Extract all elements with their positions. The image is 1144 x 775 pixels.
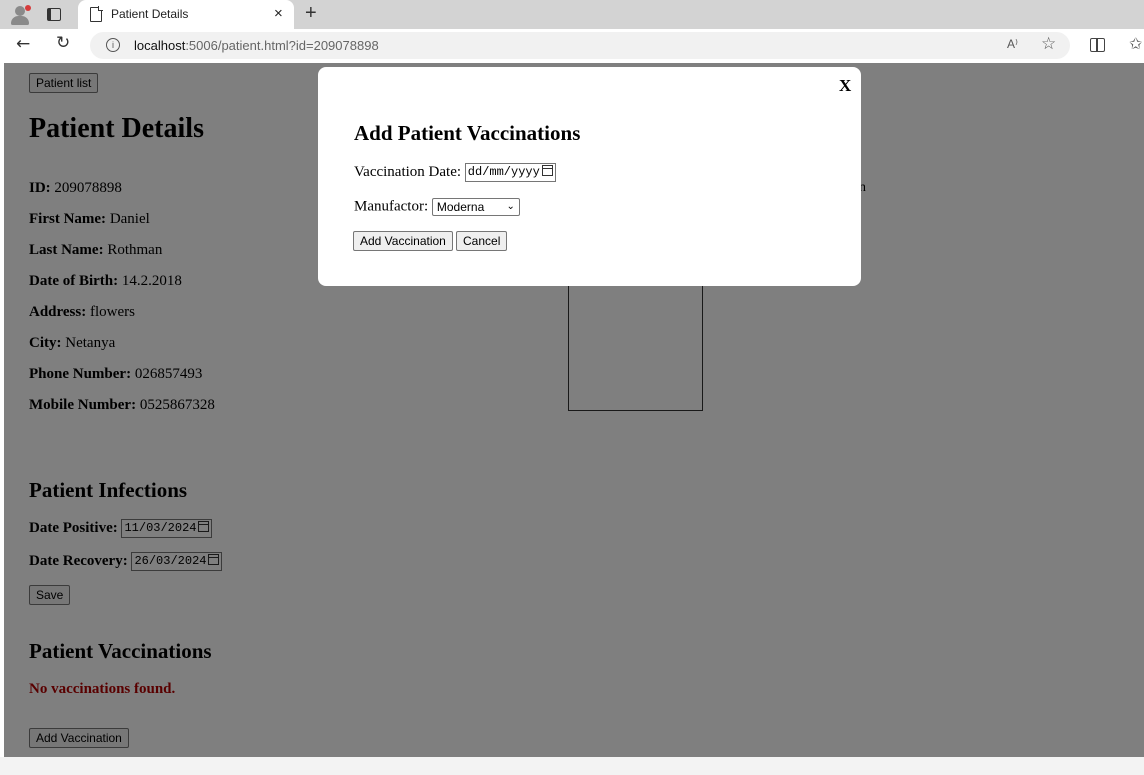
modal-title: Add Patient Vaccinations bbox=[354, 121, 581, 145]
tab-actions-icon[interactable] bbox=[47, 8, 61, 21]
info-icon[interactable]: i bbox=[106, 38, 120, 52]
new-tab-icon[interactable]: + bbox=[305, 2, 317, 25]
favorite-star-icon[interactable]: ☆ bbox=[1041, 34, 1056, 54]
reload-icon[interactable]: ↻ bbox=[56, 33, 70, 53]
vaccination-date-label: Vaccination Date: bbox=[354, 163, 462, 180]
back-arrow-icon[interactable]: ← bbox=[16, 34, 30, 54]
manufacturer-label: Manufactor: bbox=[354, 198, 429, 215]
manufacturer-select[interactable]: Moderna ⌄ bbox=[431, 198, 520, 216]
window-bottom-strip bbox=[0, 757, 1144, 775]
vaccination-date-row: Vaccination Date: dd/mm/yyyy bbox=[354, 163, 556, 182]
vaccination-date-input[interactable]: dd/mm/yyyy bbox=[464, 163, 556, 182]
tab-close-icon[interactable]: × bbox=[274, 5, 283, 22]
browser-tab-bar: Patient Details × + bbox=[0, 0, 1144, 29]
url-field[interactable]: i localhost:5006/patient.html?id=2090788… bbox=[90, 32, 1070, 59]
profile-icon[interactable] bbox=[10, 5, 31, 25]
split-screen-icon[interactable] bbox=[1090, 38, 1105, 52]
favorites-icon[interactable]: ✩ bbox=[1129, 34, 1142, 53]
calendar-icon[interactable] bbox=[541, 165, 553, 177]
address-bar: ← ↻ i localhost:5006/patient.html?id=209… bbox=[0, 29, 1144, 62]
close-icon[interactable]: X bbox=[839, 76, 851, 96]
modal-cancel-button[interactable]: Cancel bbox=[456, 231, 508, 251]
read-aloud-icon[interactable]: A⁾ bbox=[1007, 37, 1018, 51]
tab-title: Patient Details bbox=[111, 7, 189, 21]
modal-add-vaccination-button[interactable]: Add Vaccination bbox=[353, 231, 453, 251]
add-vaccination-modal: X Add Patient Vaccinations Vaccination D… bbox=[318, 67, 861, 286]
page-icon bbox=[90, 6, 103, 22]
url-text[interactable]: localhost:5006/patient.html?id=209078898 bbox=[134, 38, 379, 53]
chevron-down-icon: ⌄ bbox=[506, 201, 515, 212]
browser-tab[interactable]: Patient Details × bbox=[78, 0, 294, 29]
manufacturer-row: Manufactor: Moderna ⌄ bbox=[354, 198, 520, 216]
